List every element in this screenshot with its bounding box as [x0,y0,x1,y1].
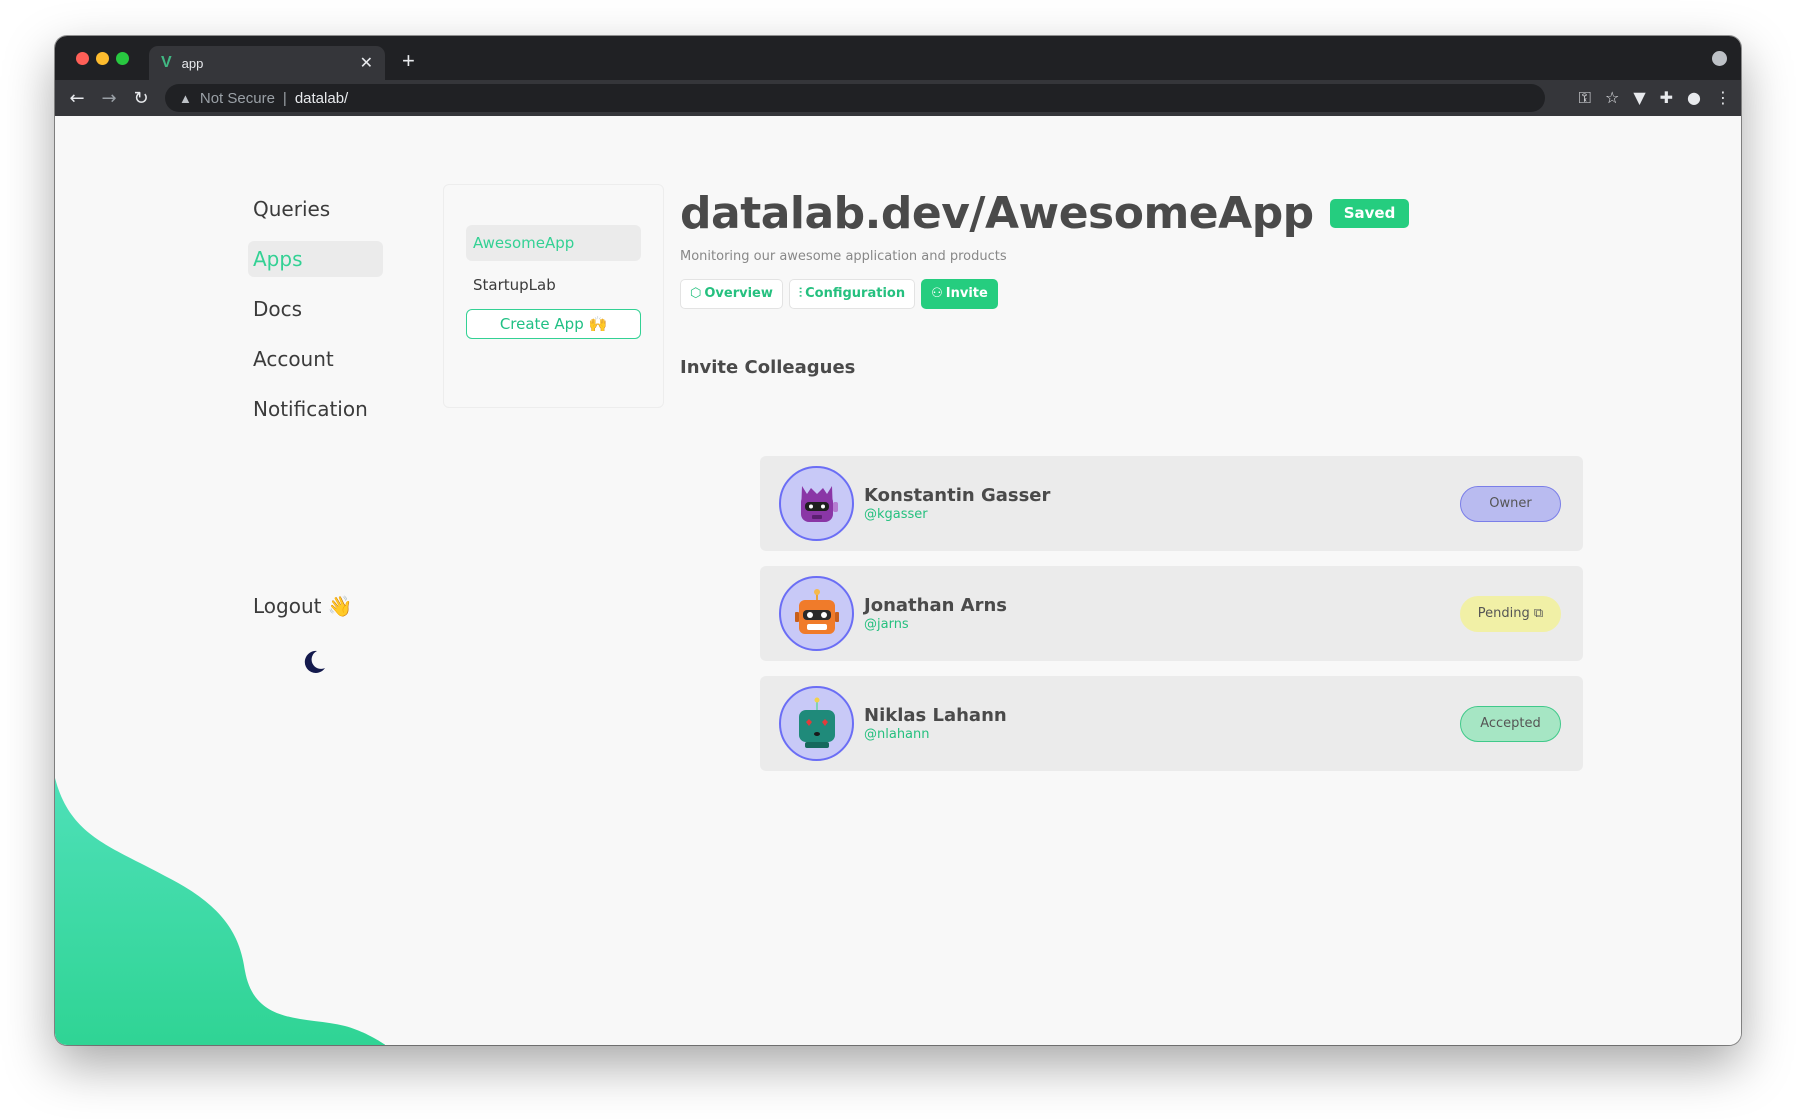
tab-invite[interactable]: ⚇ Invite [921,279,998,309]
main-panel: datalab.dev/AwesomeApp Saved Monitoring … [680,188,1580,378]
tab-title: app [181,55,204,71]
tab-overview[interactable]: ⬡ Overview [680,279,783,309]
dark-mode-moon-icon[interactable] [301,649,327,675]
member-handle: @nlahann [864,727,930,742]
external-link-icon: ⧉ [1533,605,1544,621]
role-badge-pending[interactable]: Pending ⧉ [1460,595,1561,632]
minimize-window-button[interactable] [96,52,109,65]
key-icon[interactable]: ⚿ [1579,88,1591,108]
member-handle: @kgasser [864,507,928,522]
back-icon[interactable]: ← [61,88,93,109]
section-title: Invite Colleagues [680,357,856,378]
cube-icon: ⬡ [690,286,702,301]
sidebar-item-apps[interactable]: Apps [248,241,383,277]
users-icon: ⚇ [931,286,943,301]
app-item-startuplab[interactable]: StartupLab [466,267,641,303]
sidebar-item-notification[interactable]: Notification [248,391,408,427]
create-app-button[interactable]: Create App 🙌 [466,309,641,339]
tab-overview-label: Overview [704,286,773,301]
maximize-window-button[interactable] [116,52,129,65]
address-bar[interactable]: ▲ Not Secure | datalab/ [165,84,1545,112]
member-row: Jonathan Arns @jarns Pending ⧉ [760,566,1583,661]
member-info: Niklas Lahann @nlahann [864,705,1460,742]
title-row: datalab.dev/AwesomeApp Saved [680,188,1580,239]
page-title: datalab.dev/AwesomeApp [680,188,1314,239]
member-info: Jonathan Arns @jarns [864,595,1460,632]
page-content: Queries Apps Docs Account Notification L… [55,116,1741,1045]
browser-tab[interactable]: V app ✕ [149,46,385,80]
page-subtitle: Monitoring our awesome application and p… [680,249,1007,264]
tab-configuration-label: Configuration [805,286,906,301]
logout-button[interactable]: Logout 👋 [253,594,353,618]
member-name: Jonathan Arns [864,595,1008,616]
puzzle-icon[interactable]: ✚ [1660,88,1673,108]
url-text: datalab/ [294,89,349,107]
new-tab-icon[interactable]: + [402,48,415,74]
teal-robot-avatar [779,686,854,761]
forward-icon[interactable]: → [93,88,125,109]
browser-toolbar: ← → ↻ ▲ Not Secure | datalab/ ⚿ ☆ ▼ ✚ ● … [55,80,1741,116]
close-tab-icon[interactable]: ✕ [360,53,373,73]
sidebar-nav: Queries Apps Docs Account Notification [248,191,408,441]
warning-icon: ▲ [179,90,192,106]
sidebar-item-account[interactable]: Account [248,341,408,377]
more-icon[interactable]: ⋮ [1715,88,1731,108]
vue-devtools-icon[interactable]: ▼ [1633,88,1645,108]
orange-robot-avatar [779,576,854,651]
app-tabs: ⬡ Overview ⫶ Configuration ⚇ Invite [680,279,1580,309]
reload-icon[interactable]: ↻ [125,88,157,109]
app-item-awesomeapp[interactable]: AwesomeApp [466,225,641,261]
profile-icon[interactable]: ● [1687,88,1701,108]
browser-tab-bar: V app ✕ + [55,36,1741,80]
star-icon[interactable]: ☆ [1605,88,1619,108]
member-row: Niklas Lahann @nlahann Accepted [760,676,1583,771]
purple-robot-avatar [779,466,854,541]
apps-panel: AwesomeApp StartupLab Create App 🙌 [443,184,664,408]
sidebar-item-docs[interactable]: Docs [248,291,408,327]
member-list: Konstantin Gasser @kgasser Owner Jonatha… [760,456,1583,786]
member-name: Niklas Lahann [864,705,1007,726]
role-badge-accepted: Accepted [1460,705,1561,742]
member-handle: @jarns [864,617,909,632]
tab-search-icon[interactable] [1712,51,1727,66]
close-window-button[interactable] [76,52,89,65]
member-name: Konstantin Gasser [864,485,1051,506]
member-info: Konstantin Gasser @kgasser [864,485,1460,522]
tab-configuration[interactable]: ⫶ Configuration [788,279,916,309]
toolbar-icons: ⚿ ☆ ▼ ✚ ● ⋮ [1579,88,1731,108]
role-label: Pending [1477,605,1530,621]
saved-badge: Saved [1329,199,1410,228]
tab-invite-label: Invite [945,286,988,301]
member-row: Konstantin Gasser @kgasser Owner [760,456,1583,551]
role-badge-owner: Owner [1460,485,1561,522]
separator: | [282,89,287,107]
sliders-icon: ⫶ [798,286,803,301]
sidebar-item-queries[interactable]: Queries [248,191,408,227]
security-label: Not Secure [199,89,275,107]
browser-window: V app ✕ + ← → ↻ ▲ Not Secure | datalab/ … [55,36,1741,1045]
vue-logo-icon: V [161,54,172,71]
